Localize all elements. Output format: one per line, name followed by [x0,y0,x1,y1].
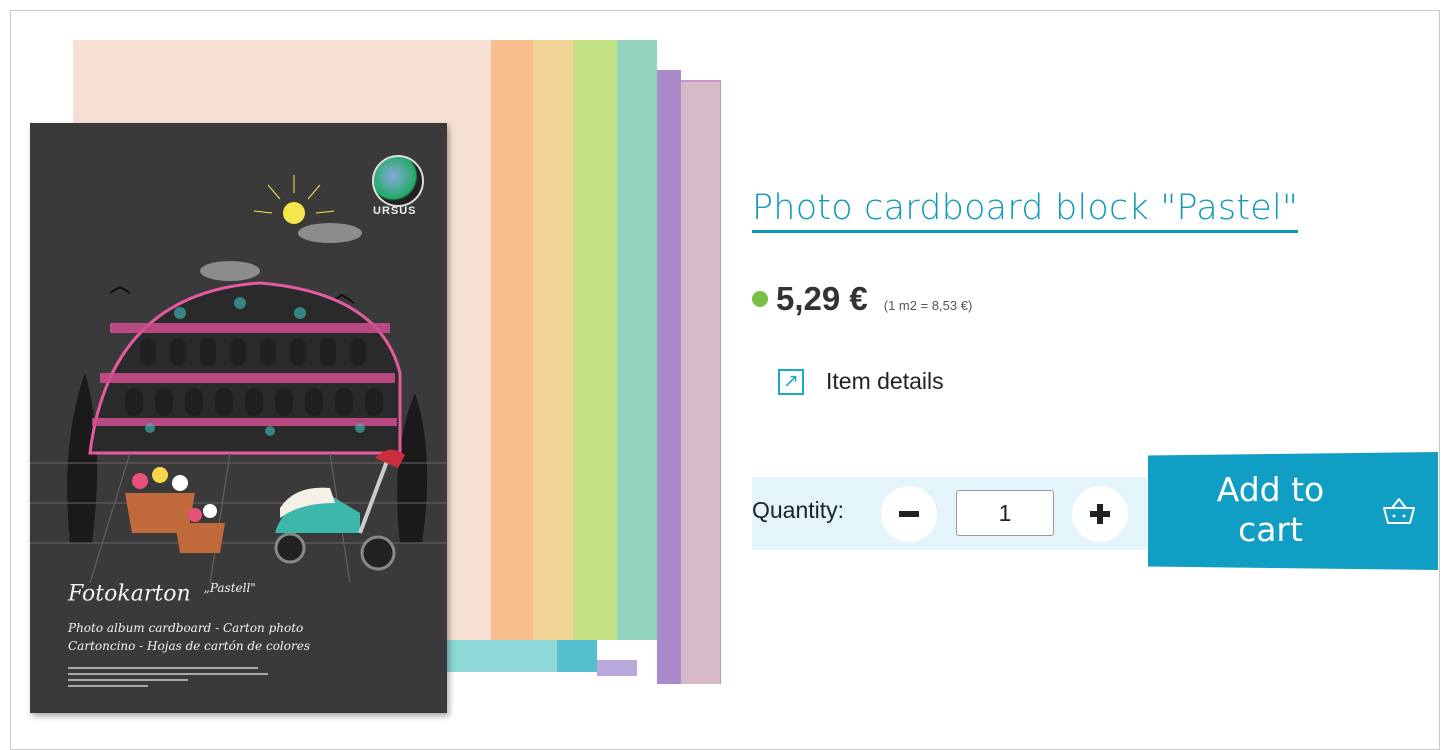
sheet-yellow [533,40,573,640]
brand-logo-text: URSUS [373,205,417,217]
quantity-label: Quantity: [752,497,845,523]
packaging-product-name: Fotokarton „Pastell" [68,581,256,607]
packaging-fine-print [68,663,268,691]
packaging-cover: URSUS Fotokarton „Pastell" Photo album c… [30,123,447,713]
in-stock-dot-icon [752,291,768,307]
sheet-lavender [657,70,681,684]
external-link-icon: ↗ [778,368,804,395]
sheet-lilac [597,660,637,676]
packaging-line-1: Photo album cardboard - Carton photo [68,621,304,635]
ursus-logo [372,155,424,207]
sheet-mint [617,40,657,640]
unit-price: (1 m2 = 8,53 €) [883,298,973,313]
quantity-increase-button[interactable] [1072,486,1128,542]
plus-icon [1097,504,1103,524]
basket-icon [1383,498,1415,524]
packaging-line-2: Cartoncino - Hojas de cartón de colores [68,639,310,653]
price-row: 5,29 € (1 m2 = 8,53 €) [752,280,972,318]
quantity-decrease-button[interactable] [881,486,937,542]
item-details-link[interactable]: ↗ Item details [778,368,944,395]
sheet-green [573,40,617,640]
product-image[interactable]: URSUS Fotokarton „Pastell" Photo album c… [30,40,721,715]
minus-icon [899,511,919,517]
sheet-mauve-edge [681,82,720,684]
sheet-orange [491,40,533,640]
product-title[interactable]: Photo cardboard block "Pastel" [752,188,1299,233]
add-to-cart-button[interactable]: Add to cart [1148,452,1438,570]
sheet-turquoise-bottom [447,640,557,672]
sheet-teal-bottom [557,640,597,672]
item-details-label: Item details [826,368,944,394]
add-to-cart-label: Add to cart [1216,470,1325,549]
quantity-input[interactable] [956,490,1054,536]
product-price: 5,29 € [776,280,868,317]
